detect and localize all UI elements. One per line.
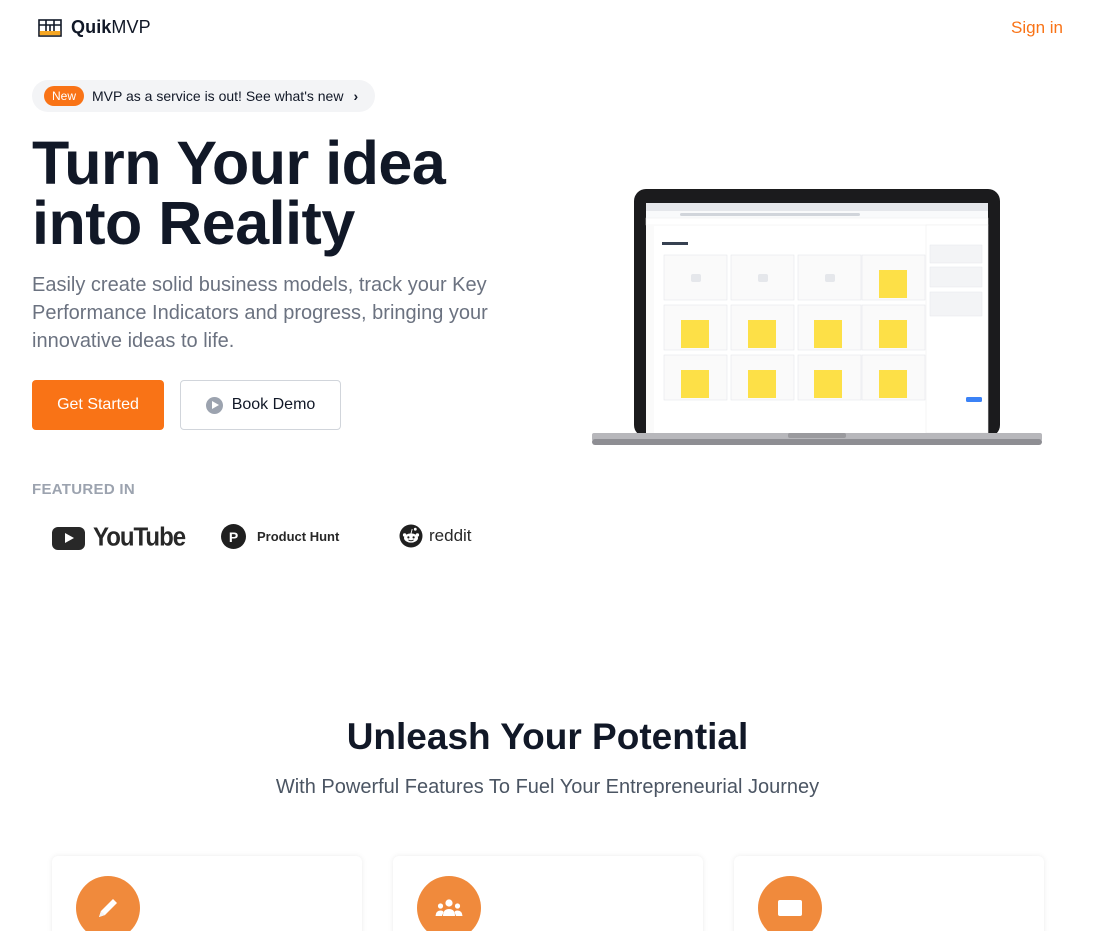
logo-grid-icon bbox=[38, 18, 62, 37]
new-badge: New bbox=[44, 86, 85, 106]
product-hunt-icon: P bbox=[221, 524, 246, 549]
youtube-play-icon bbox=[52, 526, 85, 550]
youtube-wordmark: YouTube bbox=[93, 522, 186, 553]
sign-in-link[interactable]: Sign in bbox=[1011, 18, 1063, 38]
featured-in-heading: FEATURED IN bbox=[32, 481, 136, 498]
features-subtitle: With Powerful Features To Fuel Your Entr… bbox=[275, 776, 820, 798]
book-demo-label: Book Demo bbox=[231, 396, 316, 413]
site-header: QuikMVP Sign in bbox=[0, 0, 1095, 56]
users-icon bbox=[417, 876, 481, 931]
product-hunt-logo: P Product Hunt bbox=[221, 524, 339, 549]
features-title: Unleash Your Potential bbox=[346, 716, 749, 757]
youtube-logo: YouTube bbox=[52, 522, 186, 553]
hero-title: Turn Your idea into Reality bbox=[32, 133, 446, 254]
brand-logo[interactable]: QuikMVP bbox=[38, 17, 151, 38]
credit-card-icon bbox=[758, 876, 822, 931]
feature-card bbox=[393, 856, 703, 931]
book-demo-button[interactable]: Book Demo bbox=[180, 380, 341, 430]
hero-title-line-2: into Reality bbox=[32, 189, 355, 257]
reddit-logo: reddit bbox=[399, 524, 472, 548]
hero-title-line-1: Turn Your idea bbox=[32, 129, 446, 197]
play-circle-icon bbox=[205, 396, 223, 414]
laptop-app-preview bbox=[592, 189, 1042, 445]
announcement-pill[interactable]: New MVP as a service is out! See what's … bbox=[32, 80, 375, 112]
pencil-icon bbox=[76, 876, 140, 931]
hero-subtitle: Easily create solid business models, tra… bbox=[32, 274, 488, 352]
brand-name: QuikMVP bbox=[71, 17, 151, 37]
announcement-text: MVP as a service is out! See what's new bbox=[92, 88, 344, 104]
reddit-wordmark: reddit bbox=[429, 526, 472, 545]
product-hunt-wordmark: Product Hunt bbox=[257, 529, 340, 544]
get-started-button[interactable]: Get Started bbox=[32, 380, 164, 430]
reddit-alien-icon bbox=[399, 524, 423, 548]
feature-card bbox=[52, 856, 362, 931]
feature-card bbox=[734, 856, 1044, 931]
chevron-right-icon: › bbox=[353, 88, 359, 104]
